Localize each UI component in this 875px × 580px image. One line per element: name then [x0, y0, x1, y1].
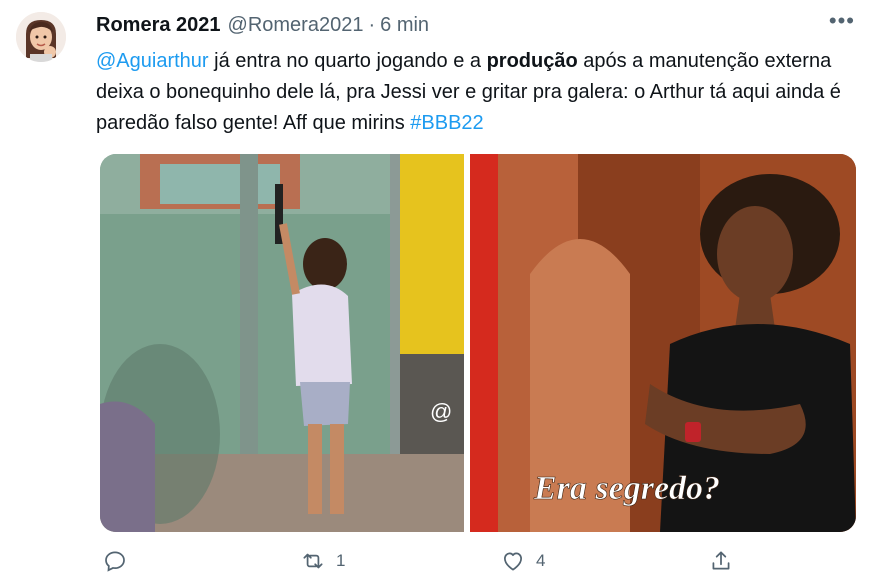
timestamp[interactable]: 6 min [380, 14, 429, 37]
share-button[interactable] [708, 548, 734, 574]
display-name[interactable]: Romera 2021 [96, 14, 221, 37]
avatar-memoji-image [16, 12, 66, 62]
right-photo-scene: Era segredo? [470, 154, 856, 532]
avatar[interactable] [16, 12, 66, 62]
tweet-text-bold: produção [486, 50, 578, 72]
like-count: 4 [536, 551, 546, 570]
share-icon [712, 551, 730, 570]
action-bar: 1 4 [100, 548, 760, 578]
heart-icon [504, 552, 522, 571]
more-dots-icon[interactable]: ••• [829, 8, 855, 34]
reply-icon [105, 551, 125, 572]
media-grid: @ Era segredo? [100, 154, 856, 532]
left-watermark: @ [430, 399, 452, 424]
media-image-right[interactable]: Era segredo? [470, 154, 856, 532]
mention-link[interactable]: @Aguiarthur [96, 50, 209, 72]
like-button[interactable]: 4 [500, 548, 545, 574]
tweet-text-part1: já entra no quarto jogando e a [208, 50, 487, 72]
meme-caption: Era segredo? [533, 470, 720, 507]
left-photo-scene: @ [100, 154, 464, 532]
tweet-header: Romera 2021 @Romera2021 · 6 min ••• [96, 8, 855, 38]
retweet-icon [303, 553, 323, 569]
tweet-text: @Aguiarthur já entra no quarto jogando e… [96, 46, 856, 139]
separator-dot: · [368, 13, 376, 36]
hashtag-link[interactable]: #BBB22 [410, 112, 483, 134]
user-handle[interactable]: @Romera2021 [228, 14, 364, 37]
retweet-count: 1 [336, 551, 346, 570]
reply-button[interactable] [102, 548, 128, 574]
retweet-button[interactable]: 1 [300, 548, 345, 574]
media-image-left[interactable]: @ [100, 154, 464, 532]
